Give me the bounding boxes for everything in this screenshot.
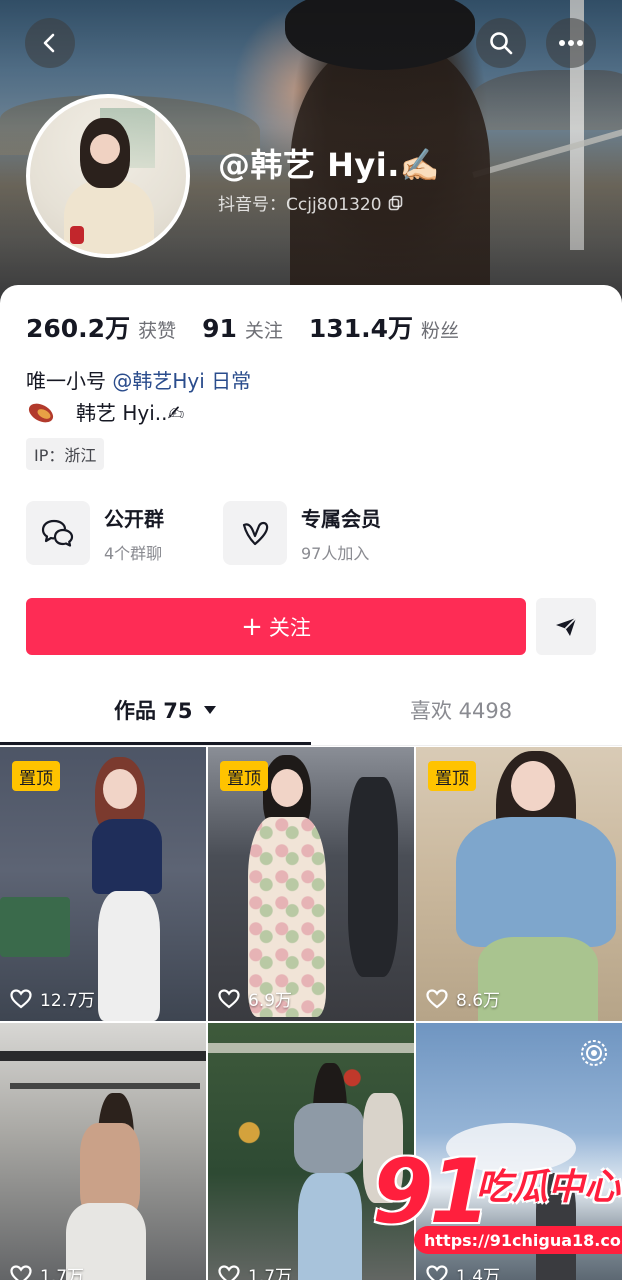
like-count: 1.7万 [10, 1262, 84, 1280]
stat-label: 粉丝 [420, 320, 459, 342]
video-tile[interactable]: 置顶 8.6万 [416, 747, 622, 1021]
like-count: 12.7万 [10, 986, 95, 1011]
more-button[interactable] [546, 18, 596, 68]
like-count: 1.7万 [218, 1262, 292, 1280]
douyin-id: 抖音号：Ccjj801320 [218, 195, 382, 215]
bio-line-1: 唯一小号 @韩艺Hyi 日常 [26, 365, 251, 394]
like-count-value: 12.7万 [40, 991, 95, 1011]
heart-outline-icon [218, 988, 240, 1008]
bio-text-2: 韩艺 Hyi..✍ [76, 401, 185, 425]
search-icon [490, 32, 513, 55]
stat-following[interactable]: 91 关注 [202, 314, 283, 343]
send-icon [556, 616, 577, 636]
exclusive-membership-entry[interactable]: 专属会员 97人加入 [223, 501, 381, 565]
watermark-name: 吃瓜中心 [476, 1167, 621, 1208]
like-count: 8.6万 [426, 986, 500, 1011]
stat-likes[interactable]: 260.2万 获赞 [26, 309, 176, 345]
pool-table [0, 897, 70, 957]
pinned-badge: 置顶 [12, 761, 60, 791]
heart-v-icon [242, 521, 269, 546]
chevron-left-icon [43, 33, 55, 53]
tab-label: 作品 75 [114, 699, 193, 723]
search-button[interactable] [476, 18, 526, 68]
tab-label: 喜欢 4498 [410, 699, 513, 723]
pinned-badge: 置顶 [428, 761, 476, 791]
feature-title: 专属会员 [301, 506, 381, 531]
like-count-value: 1.7万 [248, 1267, 293, 1280]
bio-mention-link[interactable]: @韩艺Hyi 日常 [112, 369, 251, 393]
heart-outline-icon [10, 988, 32, 1008]
profile-nickname: @韩艺 Hyi.✍🏻 [218, 146, 441, 184]
avatar[interactable] [26, 94, 190, 258]
tab-likes[interactable]: 喜欢 4498 [410, 695, 512, 725]
video-tile[interactable]: 置顶 12.7万 [0, 747, 206, 1021]
stat-followers[interactable]: 131.4万 粉丝 [309, 309, 459, 345]
plus-icon: + [241, 611, 263, 642]
like-count-value: 1.7万 [40, 1267, 85, 1280]
video-tile[interactable]: 置顶 6.9万 [208, 747, 414, 1021]
copy-icon[interactable] [388, 195, 404, 211]
bio-line-2: 韩艺 Hyi..✍ [26, 397, 184, 426]
like-count: 6.9万 [218, 986, 292, 1011]
ip-location-tag: IP：浙江 [26, 438, 105, 470]
stats-row: 260.2万 获赞 91 关注 131.4万 粉丝 [26, 309, 485, 345]
stat-label: 关注 [244, 320, 283, 342]
heart-outline-icon [218, 1264, 240, 1280]
stat-label: 获赞 [138, 320, 177, 342]
heart-outline-icon [426, 988, 448, 1008]
douyin-id-row[interactable]: 抖音号：Ccjj801320 [218, 190, 404, 215]
back-button[interactable] [25, 18, 75, 68]
share-button[interactable] [536, 598, 596, 655]
stat-value: 131.4万 [308, 314, 413, 343]
sweet-potato-icon [28, 403, 54, 422]
video-tile[interactable]: 1.7万 [0, 1023, 206, 1280]
stat-value: 260.2万 [26, 314, 131, 343]
feature-subtitle: 97人加入 [301, 543, 370, 563]
site-watermark: 91 吃瓜中心 https://91chigua18.com [372, 1148, 622, 1268]
profile-card: 260.2万 获赞 91 关注 131.4万 粉丝 唯一小号 @韩艺Hyi 日常… [0, 285, 622, 1280]
like-count-value: 6.9万 [248, 991, 293, 1011]
stat-value: 91 [202, 314, 237, 343]
feature-subtitle: 4个群聊 [104, 543, 163, 563]
chat-bubbles-icon [41, 519, 74, 547]
live-ring-icon [581, 1040, 607, 1066]
public-groups-entry[interactable]: 公开群 4个群聊 [26, 501, 164, 565]
watermark-number: 91 [372, 1140, 490, 1243]
heart-outline-icon [10, 1264, 32, 1280]
watermark-url: https://91chigua18.com [414, 1226, 622, 1254]
like-count-value: 8.6万 [456, 991, 501, 1011]
tab-works[interactable]: 作品 75 [114, 695, 217, 725]
more-horizontal-icon [559, 40, 583, 46]
content-tabs: 作品 75 喜欢 4498 [0, 681, 622, 747]
caret-down-icon [203, 706, 216, 714]
pinned-badge: 置顶 [220, 761, 268, 791]
follow-button[interactable]: + 关注 [26, 598, 526, 655]
feature-title: 公开群 [104, 506, 164, 531]
bio-text: 唯一小号 [26, 369, 113, 393]
follow-button-label: 关注 [268, 615, 311, 640]
